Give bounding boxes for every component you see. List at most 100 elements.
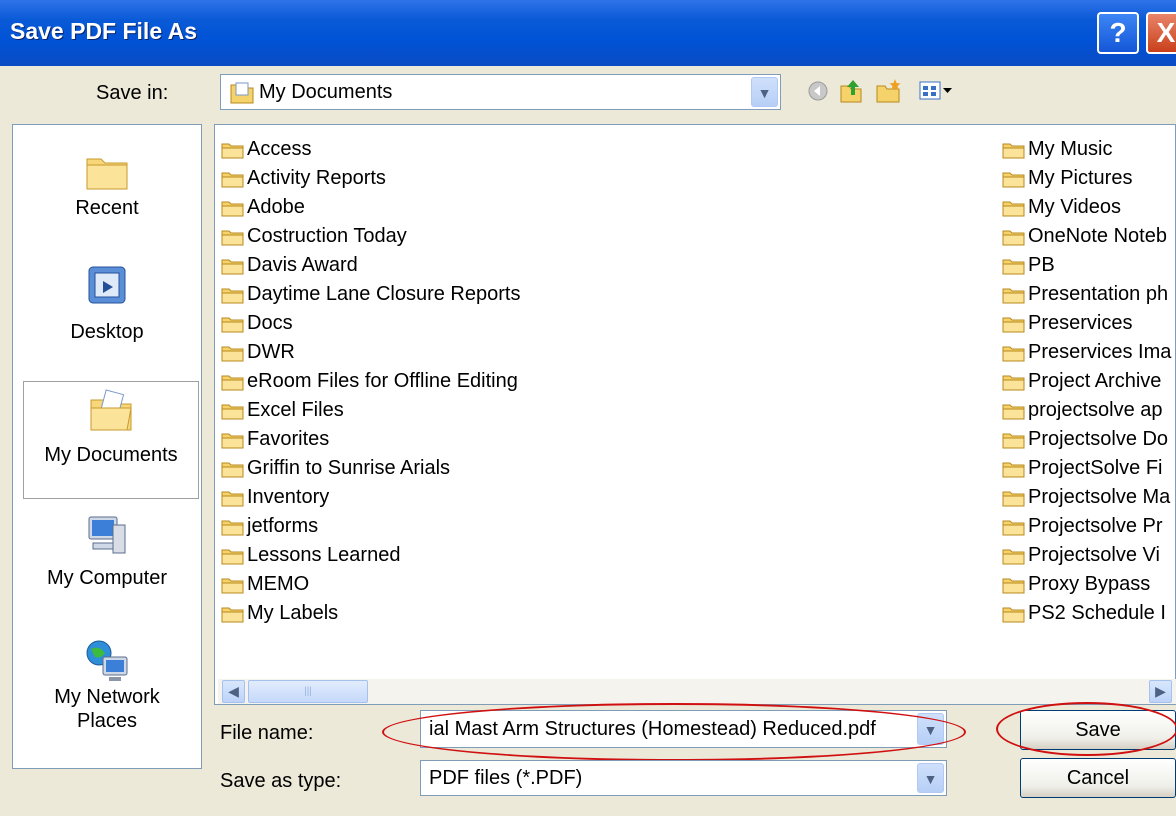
- folder-icon: [221, 172, 244, 187]
- file-name-label: File name:: [220, 722, 314, 744]
- file-item-label: My Videos: [1028, 196, 1122, 218]
- list-item[interactable]: Griffin to Sunrise Arials: [221, 454, 520, 483]
- save-in-value: My Documents: [259, 81, 393, 103]
- list-item[interactable]: PS2 Schedule I: [1002, 599, 1171, 628]
- folder-icon: [221, 520, 244, 535]
- chevron-down-icon[interactable]: ▼: [917, 763, 944, 793]
- file-item-label: Activity Reports: [247, 167, 386, 189]
- window-title: Save PDF File As: [10, 18, 198, 44]
- list-item[interactable]: My Labels: [221, 599, 520, 628]
- list-item[interactable]: Daytime Lane Closure Reports: [221, 280, 520, 309]
- place-recent[interactable]: Recent: [13, 139, 201, 259]
- chevron-down-icon[interactable]: ▼: [751, 77, 778, 107]
- folder-icon: [221, 201, 244, 216]
- my-documents-folder-icon: [90, 389, 132, 431]
- file-item-label: MEMO: [247, 573, 310, 595]
- file-item-label: Favorites: [247, 428, 330, 450]
- file-item-label: OneNote Noteb: [1028, 225, 1167, 247]
- folder-icon: [1002, 433, 1025, 448]
- list-item[interactable]: Preservices Ima: [1002, 338, 1171, 367]
- list-item[interactable]: Excel Files: [221, 396, 520, 425]
- folder-icon: [1002, 491, 1025, 506]
- save-button[interactable]: Save: [1020, 710, 1176, 750]
- list-item[interactable]: Presentation ph: [1002, 280, 1171, 309]
- file-item-label: jetforms: [247, 515, 319, 537]
- place-my-network[interactable]: My Network Places: [13, 629, 201, 759]
- list-item[interactable]: Activity Reports: [221, 164, 520, 193]
- list-item[interactable]: Inventory: [221, 483, 520, 512]
- list-item[interactable]: Project Archive: [1002, 367, 1171, 396]
- file-item-label: DWR: [247, 341, 295, 363]
- file-item-label: Daytime Lane Closure Reports: [247, 283, 521, 305]
- chevron-down-icon[interactable]: ▼: [917, 713, 944, 745]
- list-item[interactable]: Projectsolve Do: [1002, 425, 1171, 454]
- folder-icon: [221, 346, 244, 361]
- list-item[interactable]: ProjectSolve Fi: [1002, 454, 1171, 483]
- folder-icon: [221, 607, 244, 622]
- file-item-label: Inventory: [247, 486, 330, 508]
- scroll-thumb[interactable]: |||: [248, 680, 368, 703]
- folder-icon: [1002, 375, 1025, 390]
- scroll-right-icon[interactable]: ▶: [1149, 680, 1172, 703]
- file-item-label: Docs: [247, 312, 293, 334]
- list-item[interactable]: DWR: [221, 338, 520, 367]
- list-item[interactable]: Adobe: [221, 193, 520, 222]
- list-item[interactable]: Davis Award: [221, 251, 520, 280]
- cancel-button[interactable]: Cancel: [1020, 758, 1176, 798]
- list-item[interactable]: MEMO: [221, 570, 520, 599]
- folder-icon: [221, 317, 244, 332]
- back-icon[interactable]: [807, 80, 829, 102]
- list-item[interactable]: Docs: [221, 309, 520, 338]
- file-item-label: Projectsolve Vi: [1028, 544, 1160, 566]
- save-type-value: PDF files (*.PDF): [429, 767, 583, 789]
- network-places-icon: [86, 640, 128, 681]
- save-type-dropdown[interactable]: PDF files (*.PDF) ▼: [420, 760, 947, 796]
- horizontal-scrollbar[interactable]: ◀ ||| ▶: [218, 679, 1176, 704]
- list-item[interactable]: Favorites: [221, 425, 520, 454]
- up-folder-icon[interactable]: [838, 78, 864, 104]
- folder-icon: [1002, 143, 1025, 158]
- list-item[interactable]: eRoom Files for Offline Editing: [221, 367, 520, 396]
- folder-icon: [221, 375, 244, 390]
- help-button[interactable]: ?: [1097, 12, 1139, 54]
- list-item[interactable]: My Pictures: [1002, 164, 1171, 193]
- folder-icon: [1002, 404, 1025, 419]
- file-name-input[interactable]: ial Mast Arm Structures (Homestead) Redu…: [420, 710, 947, 748]
- folder-icon: [221, 404, 244, 419]
- save-in-dropdown[interactable]: My Documents ▼: [220, 74, 781, 110]
- place-label: My Documents: [44, 444, 178, 466]
- list-item[interactable]: jetforms: [221, 512, 520, 541]
- title-bar: Save PDF File As ? X: [0, 0, 1176, 66]
- folder-icon: [1002, 549, 1025, 564]
- place-label: Desktop: [70, 321, 144, 343]
- list-item[interactable]: Access: [221, 135, 520, 164]
- file-item-label: Project Archive: [1028, 370, 1162, 392]
- views-menu-icon[interactable]: [919, 80, 953, 102]
- list-item[interactable]: OneNote Noteb: [1002, 222, 1171, 251]
- list-item[interactable]: projectsolve ap: [1002, 396, 1171, 425]
- place-my-documents[interactable]: My Documents: [23, 381, 199, 499]
- list-item[interactable]: My Videos: [1002, 193, 1171, 222]
- file-list[interactable]: Access Activity Reports Adobe Costruction T…: [214, 124, 1176, 705]
- place-desktop[interactable]: Desktop: [13, 259, 201, 379]
- list-item[interactable]: PB: [1002, 251, 1171, 280]
- new-folder-icon[interactable]: [875, 78, 903, 104]
- list-item[interactable]: Projectsolve Pr: [1002, 512, 1171, 541]
- list-item[interactable]: Projectsolve Vi: [1002, 541, 1171, 570]
- file-item-label: projectsolve ap: [1028, 399, 1163, 421]
- save-type-label: Save as type:: [220, 770, 342, 792]
- list-item[interactable]: My Music: [1002, 135, 1171, 164]
- list-item[interactable]: Lessons Learned: [221, 541, 520, 570]
- file-item-label: Lessons Learned: [247, 544, 401, 566]
- folder-icon: [221, 433, 244, 448]
- list-item[interactable]: Proxy Bypass: [1002, 570, 1171, 599]
- list-item[interactable]: Preservices: [1002, 309, 1171, 338]
- list-item[interactable]: Projectsolve Ma: [1002, 483, 1171, 512]
- list-item[interactable]: Costruction Today: [221, 222, 520, 251]
- folder-icon: [221, 288, 244, 303]
- close-button[interactable]: X: [1146, 12, 1176, 54]
- file-item-label: Costruction Today: [247, 225, 407, 247]
- place-my-computer[interactable]: My Computer: [13, 505, 201, 625]
- file-item-label: Projectsolve Ma: [1028, 486, 1171, 508]
- scroll-left-icon[interactable]: ◀: [222, 680, 245, 703]
